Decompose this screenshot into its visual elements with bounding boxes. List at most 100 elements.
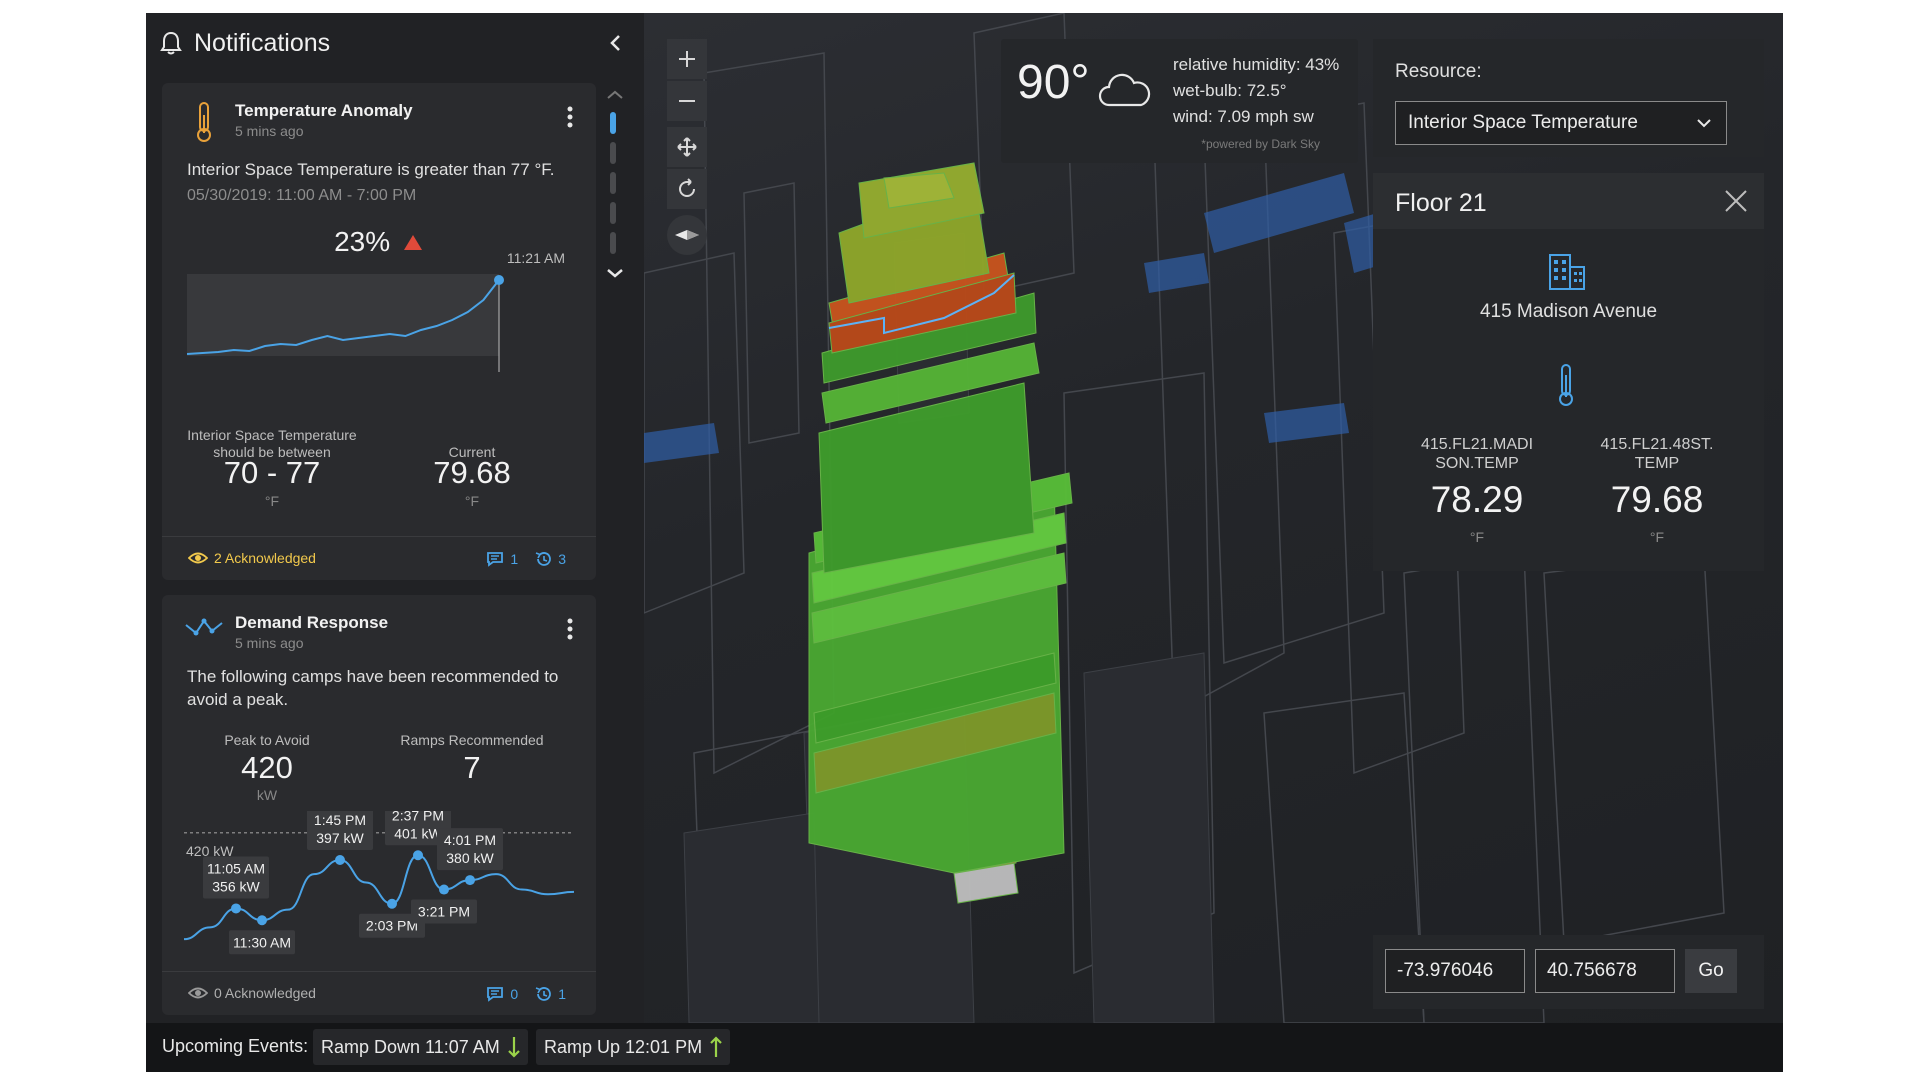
building-stack <box>808 162 1073 904</box>
acknowledged-button[interactable]: 2 Acknowledged <box>188 550 316 566</box>
floor-detail-panel: Floor 21 415 Madison Avenue 415.FL21.MAD… <box>1373 173 1764 571</box>
move-icon <box>677 137 697 157</box>
sensor-label: 415.FL21.MADI SON.TEMP <box>1420 436 1534 472</box>
latitude-input[interactable] <box>1535 949 1675 993</box>
panel-title: Notifications <box>194 29 331 57</box>
history-count: 1 <box>558 986 566 1002</box>
threshold-unit: °F <box>264 493 280 509</box>
threshold-value: 70 - 77 <box>223 455 321 490</box>
thermometer-icon <box>1559 364 1573 406</box>
demand-point <box>335 855 345 865</box>
notifications-panel: Notifications Temperature Anomaly 5 mins… <box>146 13 644 1023</box>
rotate-icon <box>679 178 695 197</box>
sensor-unit: °F <box>1649 529 1665 545</box>
scroll-indicator[interactable] <box>610 202 616 224</box>
weather-widget: 90° relative humidity: 43% wet-bulb: 72.… <box>1001 39 1358 163</box>
comment-icon[interactable] <box>486 986 504 1002</box>
card-timestamp: 5 mins ago <box>235 635 304 651</box>
demand-response-card[interactable]: Demand Response 5 mins ago The following… <box>162 595 596 1015</box>
history-icon[interactable] <box>534 550 552 568</box>
history-icon[interactable] <box>534 985 552 1003</box>
demand-point <box>231 903 241 914</box>
arrow-down-icon <box>507 1037 520 1058</box>
plus-icon <box>679 51 695 67</box>
card-footer: 0 Acknowledged 0 1 <box>162 971 596 1015</box>
sparkline-area <box>187 274 499 356</box>
wind-text: wind: 7.09 mph sw <box>1173 107 1314 126</box>
acknowledged-button[interactable]: 0 Acknowledged <box>188 985 316 1001</box>
demand-label-text: 401 kW <box>394 825 442 841</box>
demand-chart: 420 kW 11:05 AM 356 kW 11:30 AM 1:45 PM 397 … <box>182 811 582 961</box>
card-scroller[interactable] <box>604 88 626 318</box>
scroll-indicator-active[interactable] <box>610 112 616 134</box>
sensor-value: 78.29 <box>1430 479 1524 520</box>
scroll-indicator[interactable] <box>610 232 616 254</box>
event-label: Ramp Down 11:07 AM <box>321 1036 500 1057</box>
upcoming-events-bar: Upcoming Events: Ramp Down 11:07 AM Ramp… <box>146 1023 1783 1072</box>
rotate-button[interactable] <box>667 169 707 209</box>
compass-button[interactable] <box>667 215 707 255</box>
comment-count: 1 <box>510 551 519 567</box>
go-button[interactable]: Go <box>1685 949 1737 993</box>
demand-point <box>387 898 397 909</box>
current-unit: °F <box>464 493 480 509</box>
bell-icon <box>160 31 182 55</box>
more-options-icon[interactable] <box>566 105 574 129</box>
scroll-indicator[interactable] <box>610 142 616 164</box>
demand-chart-svg: 11:05 AM 356 kW 11:30 AM 1:45 PM 397 kW 2:03 … <box>183 811 575 955</box>
close-icon[interactable] <box>1724 189 1748 213</box>
card-footer: 2 Acknowledged 1 3 <box>162 536 596 580</box>
anomaly-description: Interior Space Temperature is greater th… <box>187 160 555 179</box>
sparkline-svg <box>187 274 504 372</box>
app-window: Notifications Temperature Anomaly 5 mins… <box>146 13 1783 1072</box>
wetbulb-text: wet-bulb: 72.5° <box>1173 81 1287 100</box>
scroll-indicator[interactable] <box>610 172 616 194</box>
demand-label-text: 2:03 PM <box>366 918 418 934</box>
event-ramp-down[interactable]: Ramp Down 11:07 AM <box>313 1029 528 1065</box>
powered-by-text: *powered by Dark Sky <box>1201 137 1320 151</box>
temperature-anomaly-card[interactable]: Temperature Anomaly 5 mins ago Interior … <box>162 83 596 580</box>
chevron-down-icon[interactable] <box>604 266 626 280</box>
current-value: 79.68 <box>433 455 511 490</box>
zoom-out-button[interactable] <box>667 81 707 121</box>
event-ramp-up[interactable]: Ramp Up 12:01 PM <box>536 1029 731 1065</box>
resource-label: Resource: <box>1395 61 1482 82</box>
collapse-panel-button[interactable] <box>607 33 625 53</box>
peak-value: 420 <box>241 750 293 785</box>
demand-label-text: 1:45 PM <box>314 812 366 828</box>
ramps-label: Ramps Recommended <box>400 732 544 748</box>
up-triangle-icon <box>403 235 422 250</box>
demand-description: The following camps have been recommende… <box>187 667 559 709</box>
humidity-text: relative humidity: 43% <box>1173 55 1340 74</box>
demand-label-text: 397 kW <box>316 830 364 846</box>
card-meta: 1 3 <box>486 550 566 568</box>
card-title: Demand Response <box>235 613 389 632</box>
notifications-header: Notifications <box>146 13 644 73</box>
comment-icon[interactable] <box>486 551 504 567</box>
demand-label-text: 356 kW <box>212 878 260 894</box>
longitude-input[interactable] <box>1385 949 1525 993</box>
pan-button[interactable] <box>667 127 707 167</box>
more-options-icon[interactable] <box>566 617 574 641</box>
upcoming-events-label: Upcoming Events: <box>162 1036 309 1056</box>
temperature-reading: 90° <box>1017 56 1090 109</box>
card-meta: 0 1 <box>486 985 566 1003</box>
demand-label-text: 2:37 PM <box>392 811 444 823</box>
demand-point <box>439 884 449 895</box>
demand-label-text: 11:30 AM <box>233 934 291 950</box>
ramps-value: 7 <box>463 750 481 785</box>
floor-title: Floor 21 <box>1395 189 1487 217</box>
zoom-in-button[interactable] <box>667 39 707 79</box>
chevron-down-icon <box>1697 119 1711 128</box>
demand-label-text: 3:21 PM <box>418 904 470 920</box>
temperature-sparkline: 11:21 AM <box>187 250 597 374</box>
resource-dropdown[interactable]: Interior Space Temperature <box>1395 101 1727 145</box>
resource-selector: Resource: Interior Space Temperature <box>1373 39 1764 157</box>
card-timestamp: 5 mins ago <box>235 123 304 139</box>
resource-selected-value: Interior Space Temperature <box>1408 112 1638 133</box>
sensor-value: 79.68 <box>1610 479 1704 520</box>
sparkline-point <box>494 275 504 285</box>
demand-wave-icon <box>185 618 223 636</box>
eye-icon <box>188 987 208 999</box>
chevron-up-icon[interactable] <box>604 88 626 102</box>
